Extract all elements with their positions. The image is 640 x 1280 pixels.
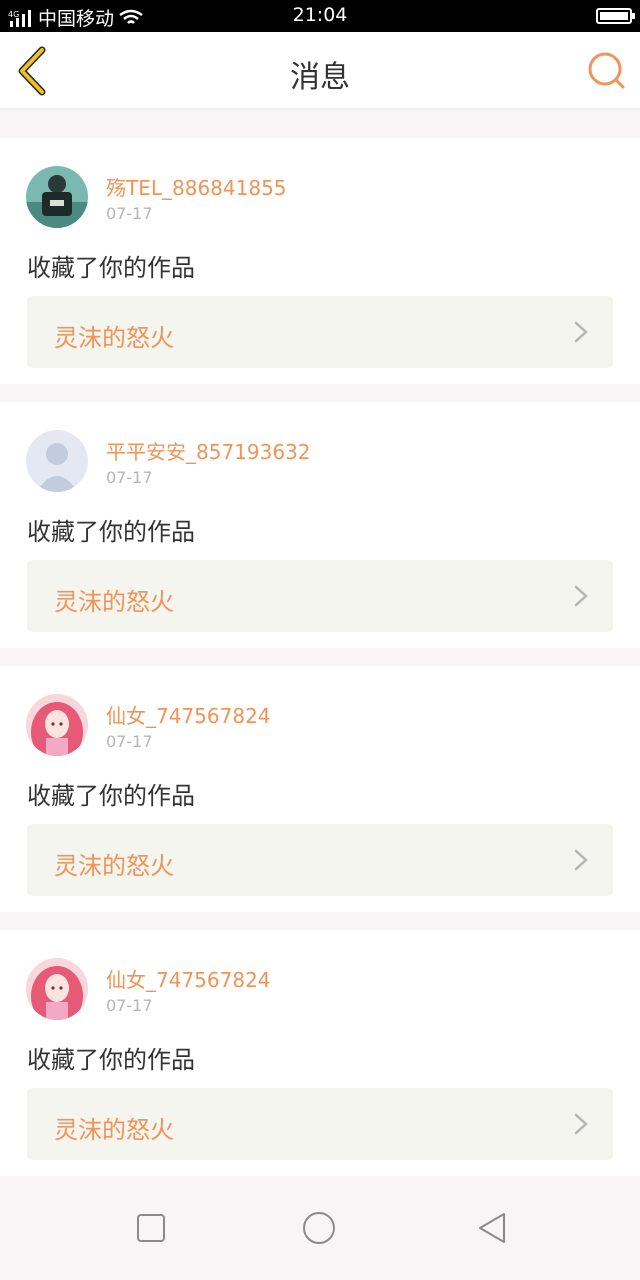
message-card: 仙女_747567824 07-17 收藏了你的作品 灵沫的怒火 <box>0 930 640 1176</box>
header: 消息 <box>0 32 640 110</box>
message-date: 07-17 <box>106 732 153 751</box>
avatar[interactable] <box>26 166 88 228</box>
message-card: 仙女_747567824 07-17 收藏了你的作品 灵沫的怒火 <box>0 666 640 912</box>
pink-anime-avatar-icon <box>26 694 88 756</box>
avatar[interactable] <box>26 430 88 492</box>
chevron-right-icon <box>574 849 588 871</box>
work-link[interactable]: 灵沫的怒火 <box>27 560 613 632</box>
message-action: 收藏了你的作品 <box>27 254 195 282</box>
search-icon[interactable] <box>586 50 626 90</box>
dark-figure-avatar-icon <box>26 166 88 228</box>
message-action: 收藏了你的作品 <box>27 782 195 810</box>
status-bar: 4G 中国移动 21:04 <box>0 0 640 32</box>
home-circle-icon[interactable] <box>299 1208 339 1248</box>
work-title: 灵沫的怒火 <box>54 852 174 880</box>
recents-square-icon[interactable] <box>131 1208 171 1248</box>
system-nav-bar <box>0 1178 640 1280</box>
pink-anime-avatar-icon <box>26 958 88 1020</box>
message-card: 平平安安_857193632 07-17 收藏了你的作品 灵沫的怒火 <box>0 402 640 648</box>
chevron-right-icon <box>574 1113 588 1135</box>
default-user-avatar-icon <box>26 430 88 492</box>
username[interactable]: 仙女_747567824 <box>106 964 271 993</box>
work-link[interactable]: 灵沫的怒火 <box>27 296 613 368</box>
avatar[interactable] <box>26 694 88 756</box>
message-card: 殇TEL_886841855 07-17 收藏了你的作品 灵沫的怒火 <box>0 138 640 384</box>
battery-icon <box>596 8 635 24</box>
page-title: 消息 <box>290 60 350 95</box>
work-title: 灵沫的怒火 <box>54 324 174 352</box>
message-date: 07-17 <box>106 468 153 487</box>
avatar[interactable] <box>26 958 88 1020</box>
back-triangle-icon[interactable] <box>472 1208 512 1248</box>
work-link[interactable]: 灵沫的怒火 <box>27 1088 613 1160</box>
work-title: 灵沫的怒火 <box>54 588 174 616</box>
message-action: 收藏了你的作品 <box>27 1046 195 1074</box>
username[interactable]: 仙女_747567824 <box>106 700 271 729</box>
clock: 21:04 <box>292 4 348 26</box>
username[interactable]: 平平安安_857193632 <box>106 436 311 465</box>
message-action: 收藏了你的作品 <box>27 518 195 546</box>
username[interactable]: 殇TEL_886841855 <box>106 172 287 201</box>
work-link[interactable]: 灵沫的怒火 <box>27 824 613 896</box>
work-title: 灵沫的怒火 <box>54 1116 174 1144</box>
message-date: 07-17 <box>106 996 153 1015</box>
message-date: 07-17 <box>106 204 153 223</box>
chevron-right-icon <box>574 321 588 343</box>
chevron-right-icon <box>574 585 588 607</box>
